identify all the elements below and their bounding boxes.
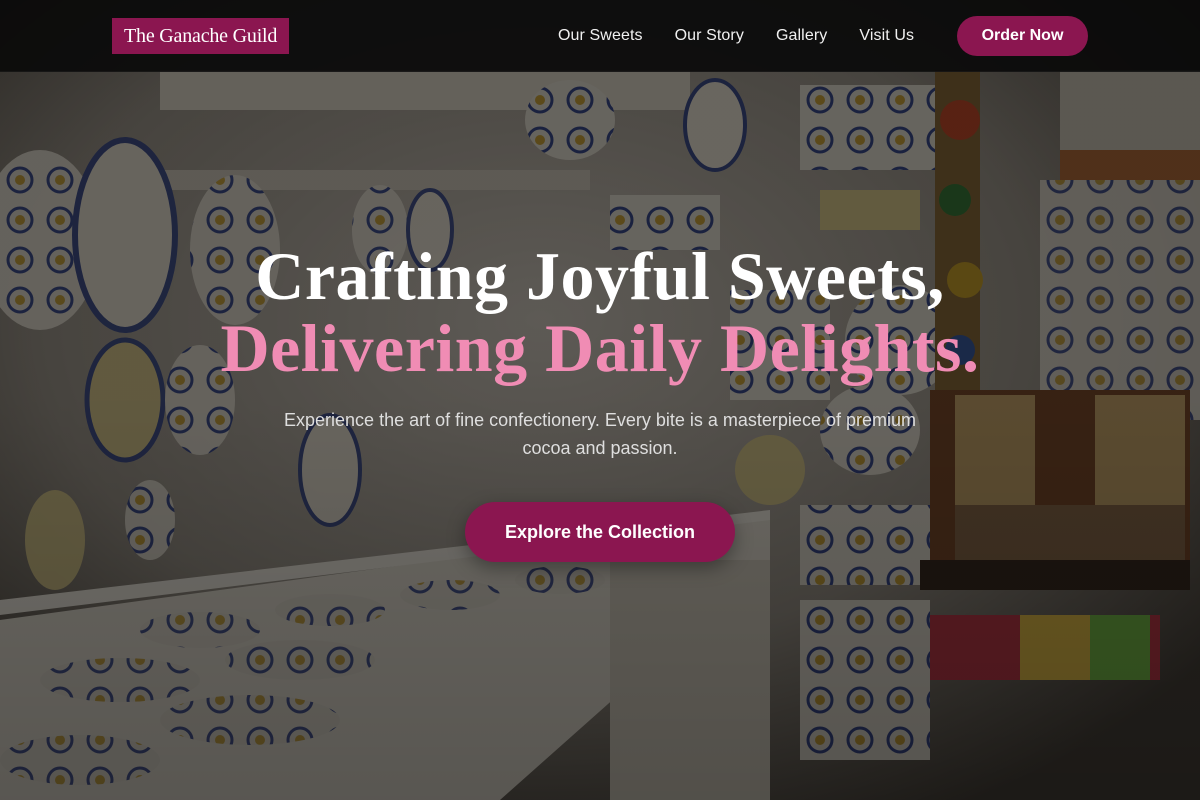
hero-subtext: Experience the art of fine confectionery… bbox=[284, 410, 916, 458]
nav-link-our-sweets[interactable]: Our Sweets bbox=[558, 27, 643, 45]
hero-headline-line-2: Delivering Daily Delights. bbox=[220, 310, 980, 386]
hero-content: Crafting Joyful Sweets, Delivering Daily… bbox=[0, 0, 1200, 800]
explore-collection-button[interactable]: Explore the Collection bbox=[465, 502, 735, 562]
hero-headline-line-1: Crafting Joyful Sweets, bbox=[255, 238, 945, 314]
primary-nav: Our Sweets Our Story Gallery Visit Us bbox=[558, 0, 914, 72]
order-now-button[interactable]: Order Now bbox=[957, 16, 1088, 56]
nav-link-visit-us[interactable]: Visit Us bbox=[859, 27, 914, 45]
top-navbar: The Ganache Guild Our Sweets Our Story G… bbox=[0, 0, 1200, 72]
brand-logo[interactable]: The Ganache Guild bbox=[112, 18, 290, 54]
nav-link-our-story[interactable]: Our Story bbox=[675, 27, 744, 45]
nav-link-gallery[interactable]: Gallery bbox=[776, 27, 827, 45]
